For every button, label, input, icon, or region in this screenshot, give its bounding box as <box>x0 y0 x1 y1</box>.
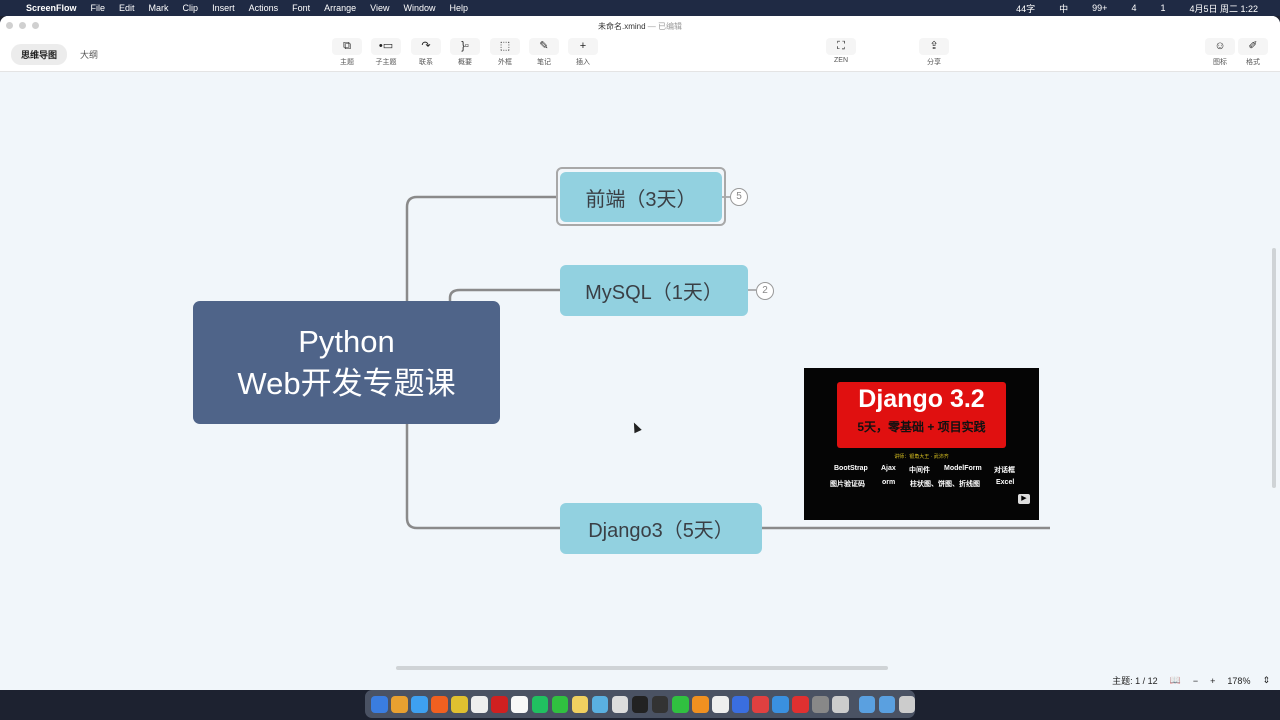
menu-file[interactable]: File <box>91 3 106 13</box>
course-subtitle: 5天，零基础 + 项目实践 <box>857 420 986 434</box>
play-icon[interactable]: ▶ <box>1018 494 1030 504</box>
menu-edit[interactable]: Edit <box>119 3 135 13</box>
topic-tag: 柱状图、饼图、折线图 <box>910 481 980 488</box>
netease-music-icon[interactable] <box>491 695 508 713</box>
outline-book-icon[interactable]: 📖 <box>1170 675 1181 686</box>
preview-icon[interactable] <box>591 695 609 713</box>
settings-icon[interactable] <box>812 695 829 713</box>
zoom-stepper-icon[interactable]: ⇕ <box>1262 675 1270 686</box>
calendar-icon[interactable] <box>511 695 528 713</box>
topic-count: 主题: 1 / 12 <box>1112 676 1158 686</box>
notification-count[interactable]: 99+ <box>1092 3 1107 13</box>
menu-help[interactable]: Help <box>450 3 469 13</box>
topic-tag: 图片验证码 <box>830 481 865 488</box>
topic-mysql[interactable]: MySQL（1天） <box>560 265 748 316</box>
connector-lines <box>405 195 1050 530</box>
zoom-out-button[interactable]: − <box>1193 676 1198 686</box>
menu-view[interactable]: View <box>370 3 389 13</box>
menu-font[interactable]: Font <box>292 3 310 13</box>
clock[interactable]: 4月5日 周二 1:22 <box>1189 2 1258 15</box>
topic-tag: ModelForm <box>944 465 982 472</box>
typora-icon[interactable] <box>471 695 488 713</box>
dock <box>365 690 916 718</box>
connector-frontend <box>405 195 557 301</box>
safari-icon[interactable] <box>411 695 428 713</box>
menu-insert[interactable]: Insert <box>212 3 235 13</box>
connector-mysql <box>448 288 560 301</box>
menu-arrange[interactable]: Arrange <box>324 3 356 13</box>
topic-tag: 中间件 <box>909 467 930 474</box>
app-icon[interactable] <box>611 695 629 713</box>
app-icon[interactable] <box>792 695 809 713</box>
central-topic-line2: Web开发专题课 <box>237 365 456 401</box>
wechat-count[interactable]: 4 <box>1131 3 1136 13</box>
firefox-icon[interactable] <box>431 695 448 713</box>
central-topic-line1: Python <box>298 323 395 359</box>
pycharm-icon[interactable] <box>531 695 549 713</box>
sublime-icon[interactable] <box>692 695 709 713</box>
course-image[interactable]: Django 3.2 5天，零基础 + 项目实践 讲师：银角大王 · 武沛齐 B… <box>804 368 1039 520</box>
topic-frontend[interactable]: 前端（3天） <box>560 172 722 222</box>
input-method[interactable]: 中 <box>1059 2 1068 15</box>
collapsed-count-badge[interactable]: 2 <box>756 282 774 300</box>
zoom-in-button[interactable]: + <box>1210 676 1215 686</box>
menu-window[interactable]: Window <box>404 3 436 13</box>
mindmap-canvas[interactable]: Python Web开发专题课 前端（3天） 5 MySQL（1天） 2 Dja… <box>0 72 1280 690</box>
app-icon[interactable] <box>752 695 769 713</box>
app-icon[interactable] <box>772 695 789 713</box>
word-count[interactable]: 44字 <box>1016 2 1035 15</box>
menu-app[interactable]: ScreenFlow <box>26 3 77 13</box>
lecturer: 讲师：银角大王 · 武沛齐 <box>894 454 949 460</box>
app-icon[interactable] <box>832 695 849 713</box>
central-topic[interactable]: Python Web开发专题课 <box>193 301 500 424</box>
horizontal-scrollbar[interactable] <box>396 666 888 670</box>
menu-mark[interactable]: Mark <box>149 3 169 13</box>
downloads-icon[interactable] <box>878 695 896 713</box>
folder-icon[interactable] <box>858 695 876 713</box>
xmind-icon[interactable] <box>712 695 729 713</box>
app-icon[interactable] <box>651 695 669 713</box>
topic-tag: Ajax <box>881 465 896 472</box>
connector-django <box>405 424 560 530</box>
terminal-icon[interactable] <box>631 695 649 713</box>
launchpad-icon[interactable] <box>391 695 408 713</box>
topic-tag: orm <box>882 479 896 486</box>
topic-tag: BootStrap <box>834 465 868 472</box>
status-area: 44字 中 99+ 4 1 4月5日 周二 1:22 <box>1016 0 1272 16</box>
menu-clip[interactable]: Clip <box>183 3 199 13</box>
menu-actions[interactable]: Actions <box>249 3 279 13</box>
zoom-level[interactable]: 178% <box>1227 676 1250 686</box>
course-banner: Django 3.2 5天，零基础 + 项目实践 <box>837 382 1006 448</box>
status-footer: 主题: 1 / 12 📖 − + 178% ⇕ <box>1112 674 1270 687</box>
topic-tag: Excel <box>996 479 1015 486</box>
trash-icon[interactable] <box>898 695 916 713</box>
course-title: Django 3.2 <box>858 385 985 413</box>
topic-django[interactable]: Django3（5天） <box>560 503 762 554</box>
chrome-icon[interactable] <box>451 695 468 713</box>
app-icon[interactable] <box>732 695 749 713</box>
wechat-work-icon[interactable] <box>671 695 689 713</box>
finder-icon[interactable] <box>371 695 388 713</box>
wechat-icon[interactable] <box>551 695 569 713</box>
collapsed-count-badge[interactable]: 5 <box>730 188 748 206</box>
wechat-work-count[interactable]: 1 <box>1160 3 1165 13</box>
xmind-window: 未命名.xmind — 已编辑 思维导图 大纲 ⧉ 主题 •▭ 子主题 ↷ 联系 }▫… <box>0 16 1280 690</box>
menu-bar: ScreenFlow File Edit Mark Clip Insert Ac… <box>0 0 1280 16</box>
notes-icon[interactable] <box>571 695 589 713</box>
topic-tag: 对话框 <box>994 467 1015 474</box>
vertical-scrollbar[interactable] <box>1272 248 1276 488</box>
